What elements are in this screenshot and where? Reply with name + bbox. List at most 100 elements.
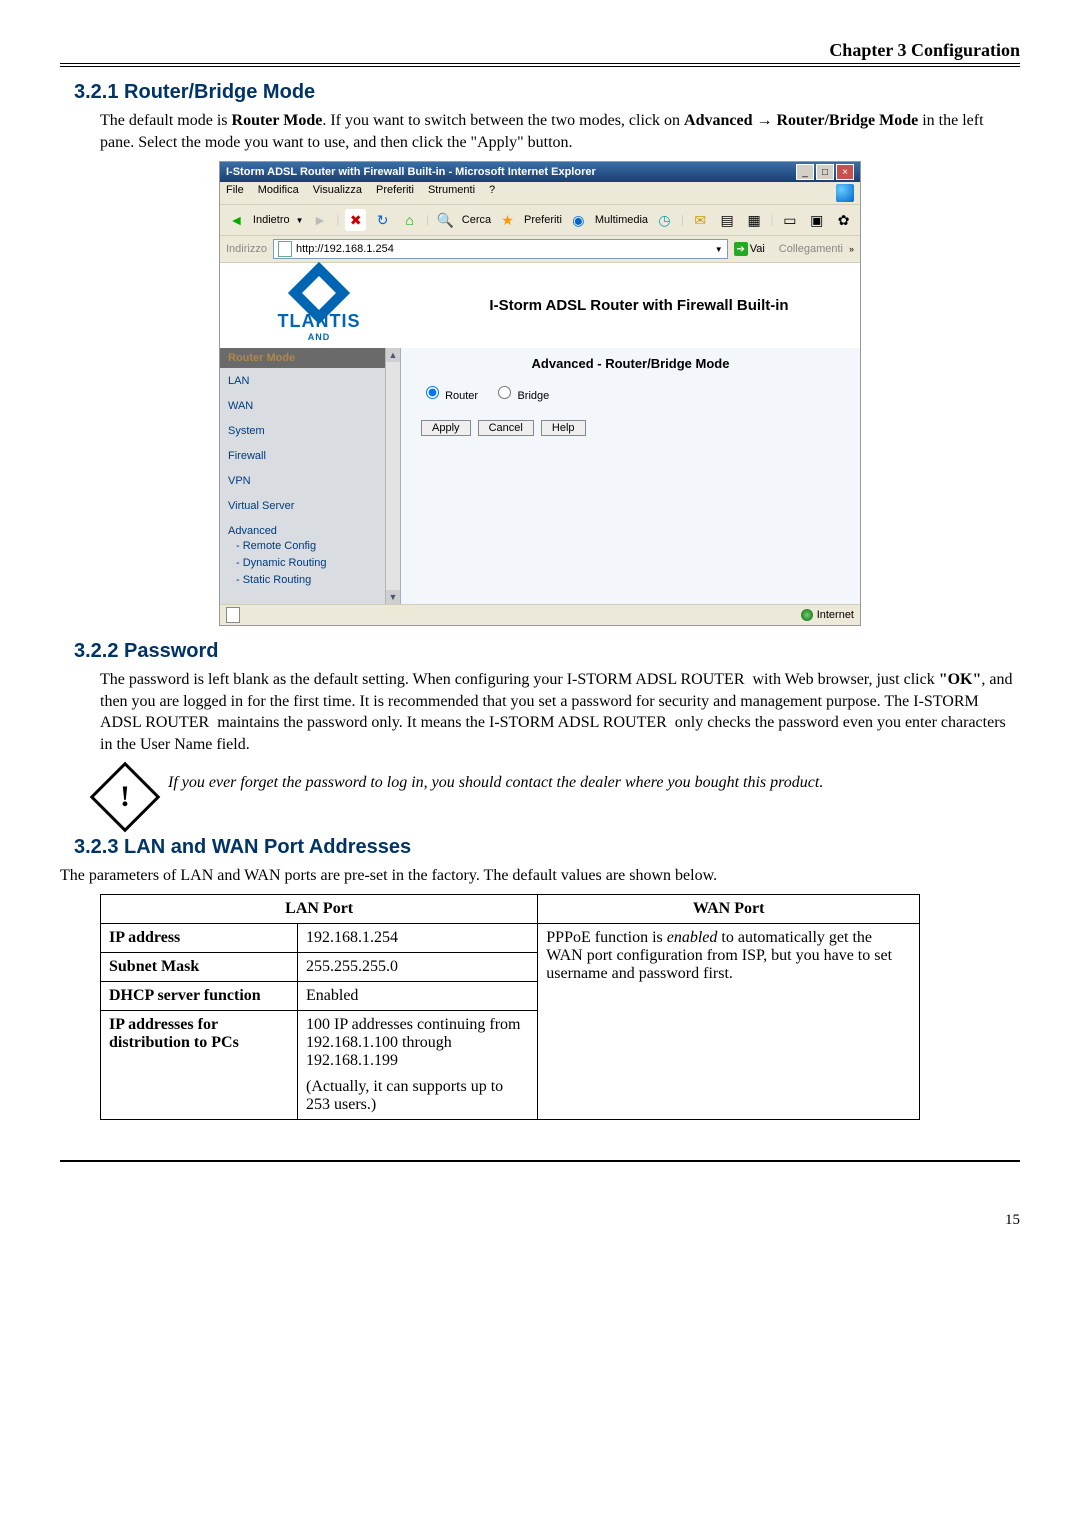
nav-vpn[interactable]: VPN [220,468,400,493]
help-button[interactable]: Help [541,420,586,436]
maximize-icon[interactable]: □ [816,164,834,180]
atlantis-logo-icon [288,262,350,324]
menu-item[interactable]: Visualizza [313,184,362,202]
chapter-header: Chapter 3 Configuration [60,40,1020,67]
section-322-title: 3.2.2 Password [74,640,1020,663]
section-321-text: The default mode is Router Mode. If you … [100,110,1020,153]
address-bar: Indirizzo http://192.168.1.254 ▼ ➔ Vai C… [220,236,860,263]
close-icon[interactable]: × [836,164,854,180]
search-label[interactable]: Cerca [462,214,491,226]
page-icon [278,241,292,257]
window-titlebar: I-Storm ADSL Router with Firewall Built-… [220,162,860,182]
mask-value: 255.255.255.0 [298,953,538,982]
page-number: 15 [60,1212,1020,1229]
wan-header: WAN Port [538,895,920,924]
nav-advanced[interactable]: Advanced [220,518,400,537]
minimize-icon[interactable]: _ [796,164,814,180]
settings-gear-icon[interactable]: ✿ [833,209,854,231]
links-expand-icon[interactable]: » [849,244,854,254]
section-323-intro: The parameters of LAN and WAN ports are … [60,865,1020,887]
ip-label: IP address [109,929,180,946]
media-icon[interactable]: ◉ [568,209,589,231]
nav-virtual-server[interactable]: Virtual Server [220,493,400,518]
section-322-text: The password is left blank as the defaul… [100,669,1020,755]
radio-bridge-input[interactable] [498,386,511,399]
radio-router-label: Router [445,390,478,402]
address-input[interactable]: http://192.168.1.254 ▼ [273,239,728,259]
status-page-icon [226,607,240,623]
mail-icon[interactable]: ✉ [690,209,711,231]
favorites-label[interactable]: Preferiti [524,214,562,226]
back-icon[interactable]: ◄ [226,209,247,231]
menu-item[interactable]: ? [489,184,495,202]
go-arrow-icon: ➔ [734,242,748,256]
radio-router-input[interactable] [426,386,439,399]
nav-scrollbar[interactable]: ▲ ▼ [385,348,400,604]
menu-item[interactable]: Strumenti [428,184,475,202]
stop-icon[interactable]: ✖ [345,209,366,231]
menu-item[interactable]: File [226,184,244,202]
ie-toolbar: ◄ Indietro ▼ ► | ✖ ↻ ⌂ | 🔍 Cerca ★ Prefe… [220,205,860,236]
go-label: Vai [750,243,765,255]
nav-firewall[interactable]: Firewall [220,443,400,468]
search-icon[interactable]: 🔍 [435,209,456,231]
left-nav: Router Mode LAN WAN System Firewall VPN … [220,348,401,604]
nav-system[interactable]: System [220,418,400,443]
forward-icon[interactable]: ► [310,209,331,231]
menu-item[interactable]: Modifica [258,184,299,202]
page-title: I-Storm ADSL Router with Firewall Built-… [418,263,860,348]
home-icon[interactable]: ⌂ [399,209,420,231]
section-321-title: 3.2.1 Router/Bridge Mode [74,81,1020,104]
menubar: File Modifica Visualizza Preferiti Strum… [220,182,860,205]
links-label[interactable]: Collegamenti [779,243,843,255]
brand-logo-area: TLANTIS AND [220,263,418,348]
discuss-icon[interactable]: ▭ [779,209,800,231]
window-title: I-Storm ADSL Router with Firewall Built-… [226,166,596,178]
dist-value: 100 IP addresses continuing from 192.168… [298,1011,538,1120]
ie-logo-icon [836,184,854,202]
wan-value: PPPoE function is enabled to automatical… [538,924,920,1120]
cancel-button[interactable]: Cancel [478,420,534,436]
password-note: If you ever forget the password to log i… [168,766,823,794]
nav-static-routing[interactable]: - Static Routing [220,571,400,588]
section-323-title: 3.2.3 LAN and WAN Port Addresses [74,836,1020,859]
content-pane: Advanced - Router/Bridge Mode Router Bri… [401,348,860,604]
address-dropdown-icon[interactable]: ▼ [715,245,723,254]
print-icon[interactable]: ▤ [717,209,738,231]
messenger-icon[interactable]: ▣ [806,209,827,231]
radio-bridge[interactable]: Bridge [493,390,549,402]
scroll-up-icon[interactable]: ▲ [386,348,400,362]
dhcp-label: DHCP server function [109,987,261,1004]
content-title: Advanced - Router/Bridge Mode [411,356,850,371]
brand-sub: AND [308,332,331,342]
nav-dynamic-routing[interactable]: - Dynamic Routing [220,554,400,571]
radio-bridge-label: Bridge [517,390,549,402]
back-label[interactable]: Indietro [253,214,290,226]
nav-router-mode[interactable]: Router Mode [220,348,400,368]
nav-lan[interactable]: LAN [220,368,400,393]
nav-wan[interactable]: WAN [220,393,400,418]
go-button[interactable]: ➔ Vai [734,242,765,256]
nav-remote-config[interactable]: - Remote Config [220,537,400,554]
apply-button[interactable]: Apply [421,420,471,436]
ie-window-screenshot: I-Storm ADSL Router with Firewall Built-… [219,161,861,626]
scroll-down-icon[interactable]: ▼ [386,590,400,604]
favorites-icon[interactable]: ★ [497,209,518,231]
dist-value-line2: (Actually, it can supports up to 253 use… [306,1078,529,1114]
history-icon[interactable]: ◷ [654,209,675,231]
address-label: Indirizzo [226,243,267,255]
footer-rule [60,1160,1020,1162]
warning-icon: ! [90,761,161,832]
refresh-icon[interactable]: ↻ [372,209,393,231]
radio-router[interactable]: Router [421,390,478,402]
dhcp-value: Enabled [298,982,538,1011]
back-dropdown-icon[interactable]: ▼ [296,216,304,225]
lan-header: LAN Port [101,895,538,924]
internet-zone-icon [801,609,813,621]
ip-value: 192.168.1.254 [298,924,538,953]
edit-icon[interactable]: ▦ [744,209,765,231]
menu-item[interactable]: Preferiti [376,184,414,202]
media-label[interactable]: Multimedia [595,214,648,226]
status-bar: Internet [220,604,860,625]
lan-wan-table: LAN Port WAN Port IP address 192.168.1.2… [100,894,920,1120]
